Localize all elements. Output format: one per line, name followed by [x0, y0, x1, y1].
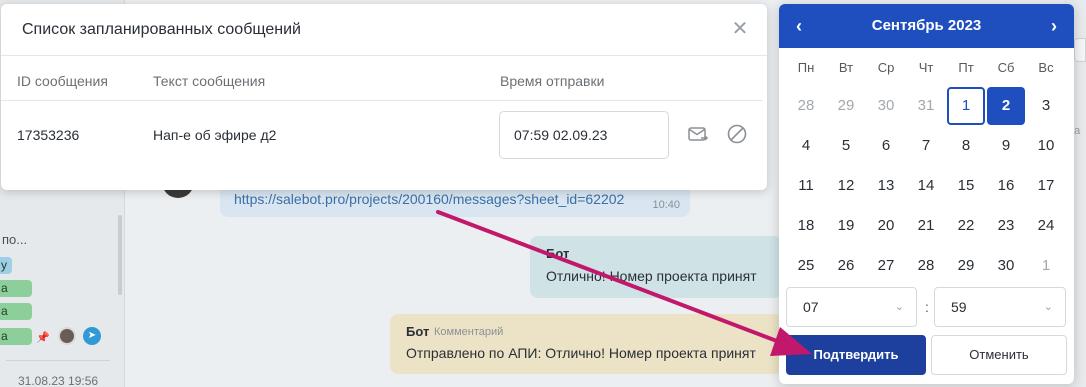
- calendar-day[interactable]: 1: [1027, 247, 1065, 285]
- calendar-day[interactable]: 2: [987, 87, 1025, 125]
- message-id-cell: 17353236: [17, 127, 80, 143]
- calendar-day[interactable]: 30: [987, 247, 1025, 285]
- calendar-day[interactable]: 4: [787, 127, 825, 165]
- chevron-down-icon: ⌄: [1043, 301, 1053, 313]
- calendar-day[interactable]: 21: [907, 207, 945, 245]
- chevron-right-icon[interactable]: ›: [1042, 14, 1066, 38]
- tag-chip: а: [0, 303, 32, 320]
- weekday-label: Ср: [877, 60, 895, 75]
- message-time: 10:40: [652, 199, 680, 211]
- calendar-day[interactable]: 12: [827, 167, 865, 205]
- time-separator: :: [925, 299, 929, 315]
- calendar-day[interactable]: 20: [867, 207, 905, 245]
- calendar-day[interactable]: 18: [787, 207, 825, 245]
- tag-chip: у: [0, 257, 12, 274]
- confirm-button[interactable]: Подтвердить: [786, 335, 926, 375]
- message-text-cell: Нап-е об эфире д2: [153, 127, 277, 143]
- tag-chip: а: [0, 280, 32, 297]
- calendar-day[interactable]: 8: [947, 127, 985, 165]
- message-text: Отправлено по АПИ: Отлично! Номер проект…: [406, 345, 756, 361]
- calendar-day[interactable]: 29: [947, 247, 985, 285]
- calendar-day[interactable]: 10: [1027, 127, 1065, 165]
- hour-value: 07: [803, 299, 819, 315]
- minute-select[interactable]: 59 ⌄: [934, 287, 1066, 327]
- calendar-day[interactable]: 23: [987, 207, 1025, 245]
- column-header-text: Текст сообщения: [153, 73, 266, 89]
- datepicker-header: ‹ Сентябрь 2023 ›: [779, 4, 1074, 48]
- calendar-day[interactable]: 17: [1027, 167, 1065, 205]
- calendar-day[interactable]: 7: [907, 127, 945, 165]
- calendar-day[interactable]: 25: [787, 247, 825, 285]
- message-link[interactable]: https://salebot.pro/projects/200160/mess…: [234, 191, 624, 207]
- message-author: Бот: [406, 324, 430, 339]
- chat-date: 31.08.23 19:56: [18, 374, 99, 387]
- cancel-button[interactable]: Отменить: [931, 335, 1067, 375]
- calendar-day[interactable]: 1: [947, 87, 985, 125]
- calendar-day[interactable]: 9: [987, 127, 1025, 165]
- weekday-label: Пт: [958, 60, 974, 75]
- comment-bubble: Бот Комментарий Отправлено по АПИ: Отлич…: [390, 314, 782, 374]
- calendar-day[interactable]: 6: [867, 127, 905, 165]
- calendar-day[interactable]: 19: [827, 207, 865, 245]
- divider: [1, 55, 767, 56]
- panel-button[interactable]: [1074, 38, 1086, 62]
- calendar-day[interactable]: 5: [827, 127, 865, 165]
- weekday-label: Сб: [997, 60, 1015, 75]
- message-author: Бот: [546, 246, 570, 261]
- calendar-day[interactable]: 14: [907, 167, 945, 205]
- divider: [1, 100, 762, 101]
- calendar-day[interactable]: 28: [787, 87, 825, 125]
- calendar-day[interactable]: 22: [947, 207, 985, 245]
- weekday-label: Вт: [838, 60, 854, 75]
- chevron-down-icon: ⌄: [894, 301, 904, 313]
- divider: [6, 360, 110, 361]
- pin-icon: 📌: [36, 332, 50, 344]
- chat-list-fragment: по...: [2, 232, 28, 247]
- calendar-day[interactable]: 11: [787, 167, 825, 205]
- calendar-day[interactable]: 30: [867, 87, 905, 125]
- cancel-icon[interactable]: [726, 123, 748, 145]
- calendar-day[interactable]: 28: [907, 247, 945, 285]
- message-bubble: Бот Отлично! Номер проекта принят: [530, 236, 782, 298]
- calendar-day[interactable]: 16: [987, 167, 1025, 205]
- calendar-day[interactable]: 3: [1027, 87, 1065, 125]
- message-text: Отлично! Номер проекта принят: [546, 268, 757, 284]
- column-header-id: ID сообщения: [17, 73, 108, 89]
- scrollbar[interactable]: [118, 215, 122, 295]
- hour-select[interactable]: 07 ⌄: [786, 287, 917, 327]
- modal-title: Список запланированных сообщений: [22, 21, 301, 38]
- close-icon[interactable]: ✕: [730, 19, 750, 39]
- calendar-day[interactable]: 27: [867, 247, 905, 285]
- calendar-day[interactable]: 15: [947, 167, 985, 205]
- avatar: [58, 327, 76, 345]
- message-kind: Комментарий: [434, 326, 504, 338]
- datepicker: ‹ Сентябрь 2023 › Пн Вт Ср Чт Пт Сб Вс 28 29 30 3…: [779, 4, 1074, 384]
- month-title: Сентябрь 2023: [871, 17, 982, 34]
- calendar-day[interactable]: 26: [827, 247, 865, 285]
- calendar-day[interactable]: 13: [867, 167, 905, 205]
- send-time-input[interactable]: [499, 111, 669, 159]
- weekday-label: Пн: [797, 60, 815, 75]
- weekday-label: Чт: [918, 60, 934, 75]
- minute-value: 59: [951, 299, 967, 315]
- tag-chip: а: [0, 328, 32, 345]
- scheduled-messages-modal: Список запланированных сообщений ✕ ID со…: [1, 4, 767, 190]
- calendar-day[interactable]: 29: [827, 87, 865, 125]
- send-now-icon[interactable]: [687, 123, 709, 145]
- telegram-icon: ➤: [83, 327, 101, 345]
- calendar-day[interactable]: 31: [907, 87, 945, 125]
- weekday-label: Вс: [1038, 60, 1054, 75]
- column-header-time: Время отправки: [500, 73, 605, 89]
- calendar-day[interactable]: 24: [1027, 207, 1065, 245]
